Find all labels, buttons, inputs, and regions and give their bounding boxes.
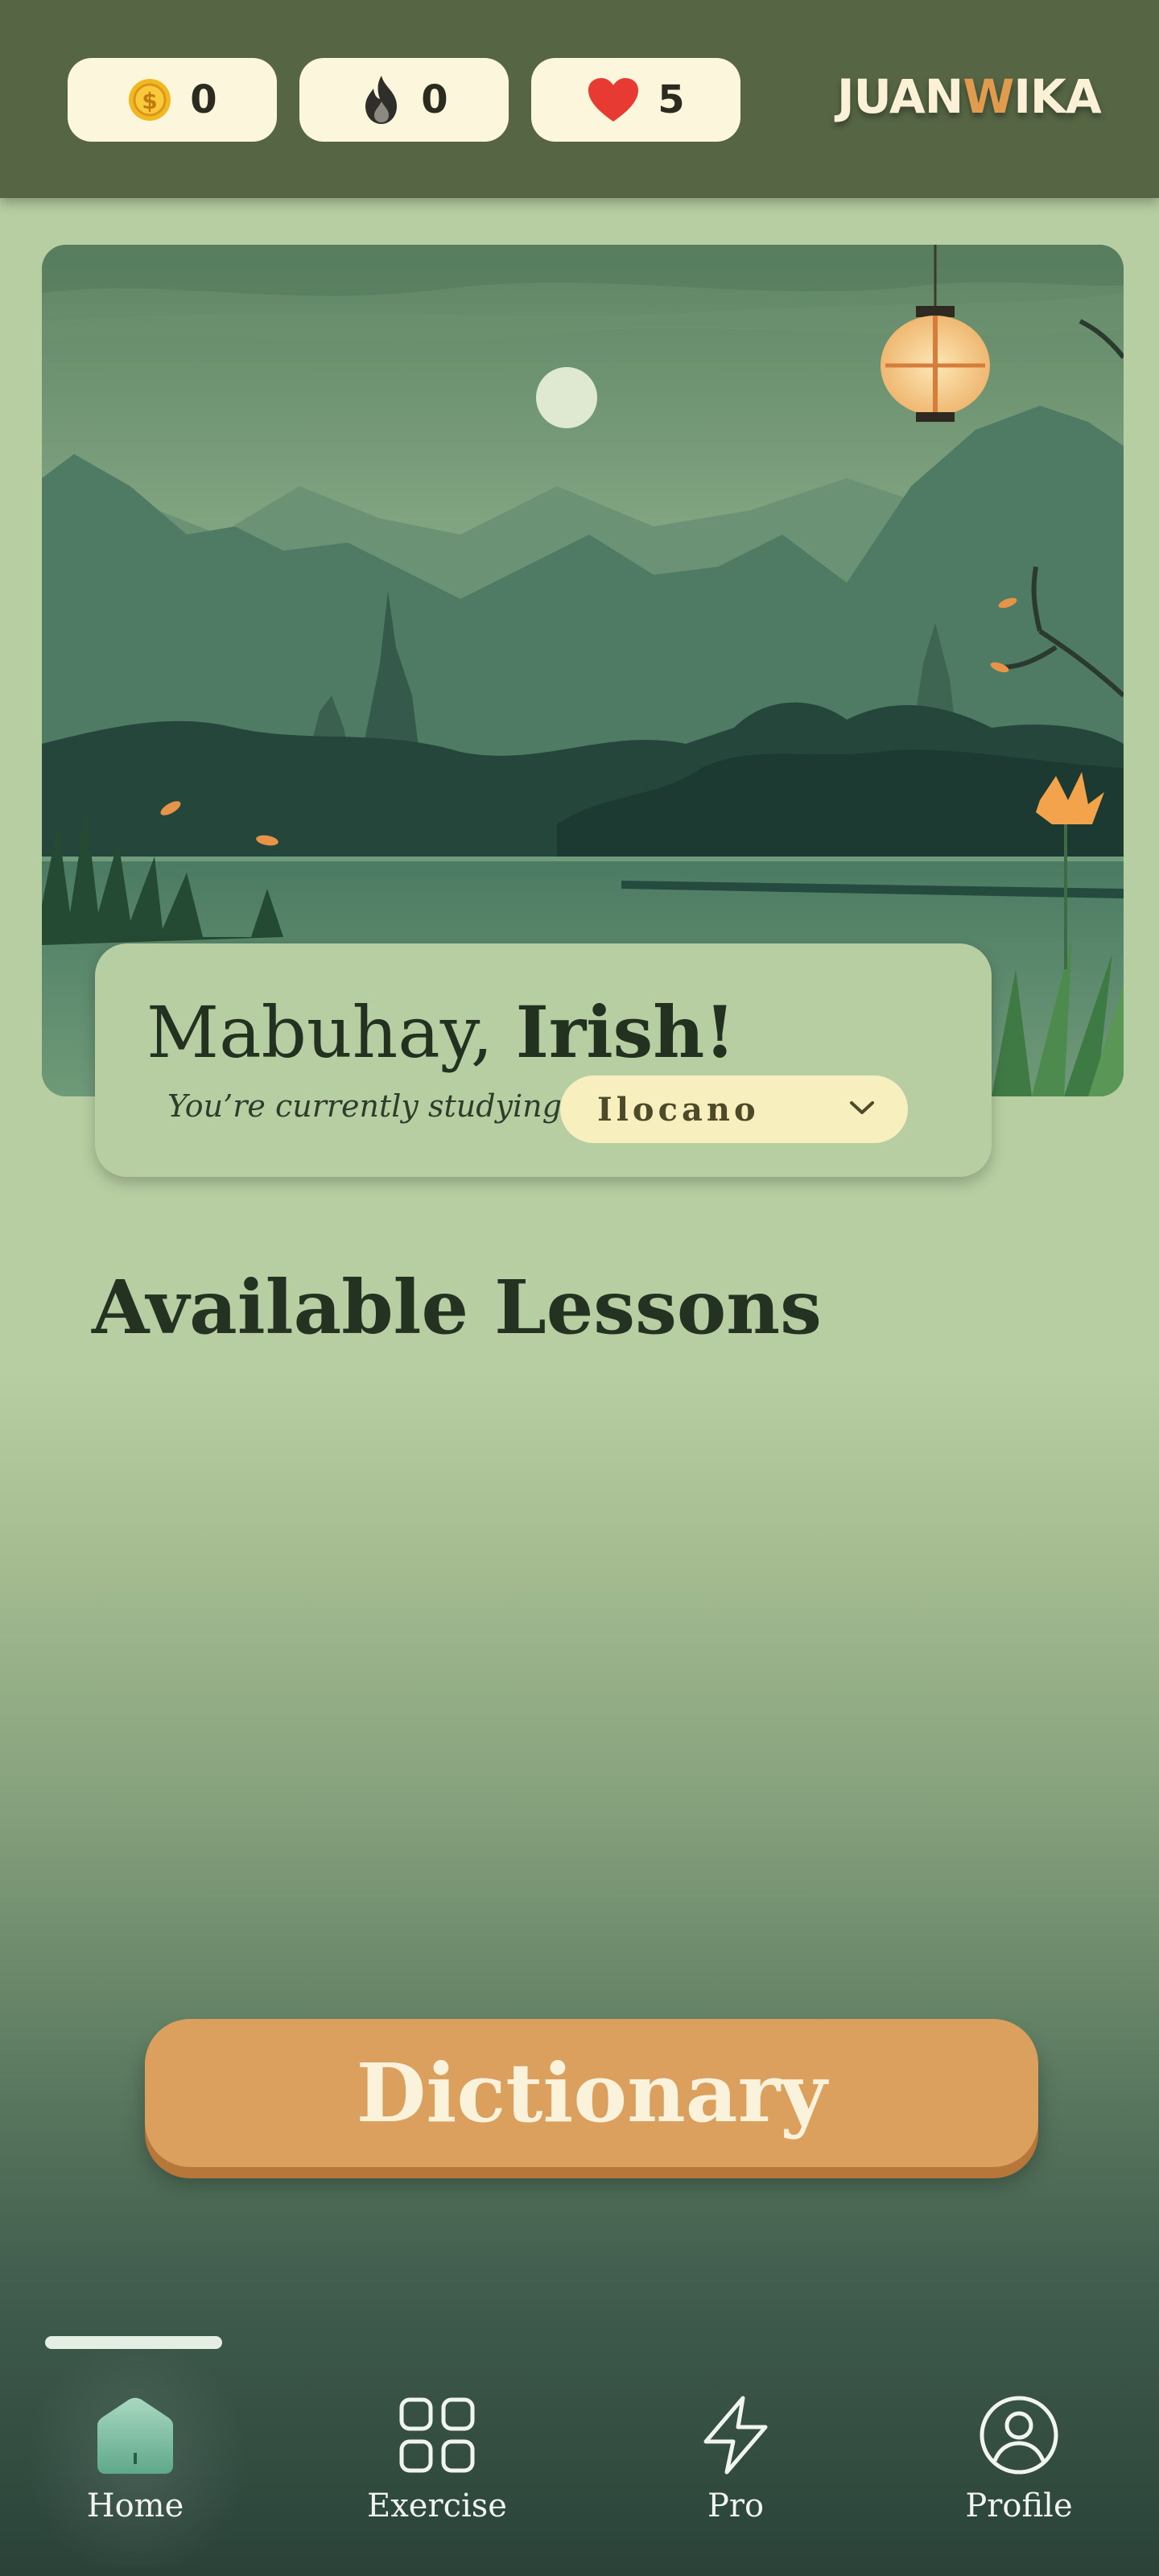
fire-icon [360, 74, 403, 126]
nav-item-exercise[interactable]: Exercise [332, 2391, 542, 2552]
user-name: Irish! [515, 990, 736, 1074]
language-value: Ilocano [597, 1090, 760, 1129]
greeting-title: Mabuhay, Irish! [146, 990, 736, 1074]
hearts-counter[interactable]: 5 [531, 58, 740, 142]
nav-label-exercise: Exercise [367, 2487, 507, 2524]
active-tab-indicator [45, 2336, 222, 2349]
hearts-value: 5 [658, 77, 685, 122]
svg-text:$: $ [142, 88, 158, 114]
coin-icon: $ [127, 77, 172, 122]
coins-counter[interactable]: $ 0 [68, 58, 277, 142]
app-logo: JUAN W IKA [837, 69, 1102, 124]
grid-icon [398, 2391, 476, 2479]
nav-item-pro[interactable]: Pro [631, 2391, 840, 2552]
bottom-nav: Home Exercise Pro Profile [0, 2326, 1159, 2576]
nav-label-home: Home [86, 2487, 184, 2524]
coins-value: 0 [190, 77, 217, 122]
top-bar: $ 0 0 5 JUAN W IKA [0, 0, 1159, 198]
home-icon [93, 2391, 178, 2479]
studying-label: You’re currently studying: [167, 1088, 572, 1124]
chevron-down-icon [848, 1099, 876, 1120]
nav-label-pro: Pro [707, 2487, 765, 2524]
streak-value: 0 [421, 77, 448, 122]
nav-item-home[interactable]: Home [31, 2391, 240, 2552]
greeting-card: Mabuhay, Irish! You’re currently studyin… [95, 943, 992, 1177]
heart-icon [587, 76, 640, 123]
available-lessons-heading: Available Lessons [92, 1264, 822, 1351]
nav-item-profile[interactable]: Profile [914, 2391, 1124, 2552]
lightning-icon [699, 2391, 772, 2479]
nav-label-profile: Profile [965, 2487, 1073, 2524]
streak-counter[interactable]: 0 [299, 58, 509, 142]
language-select[interactable]: Ilocano [560, 1075, 908, 1143]
dictionary-button[interactable]: Dictionary [145, 2019, 1038, 2167]
user-icon [979, 2391, 1059, 2479]
greeting-prefix: Mabuhay, [146, 991, 493, 1074]
